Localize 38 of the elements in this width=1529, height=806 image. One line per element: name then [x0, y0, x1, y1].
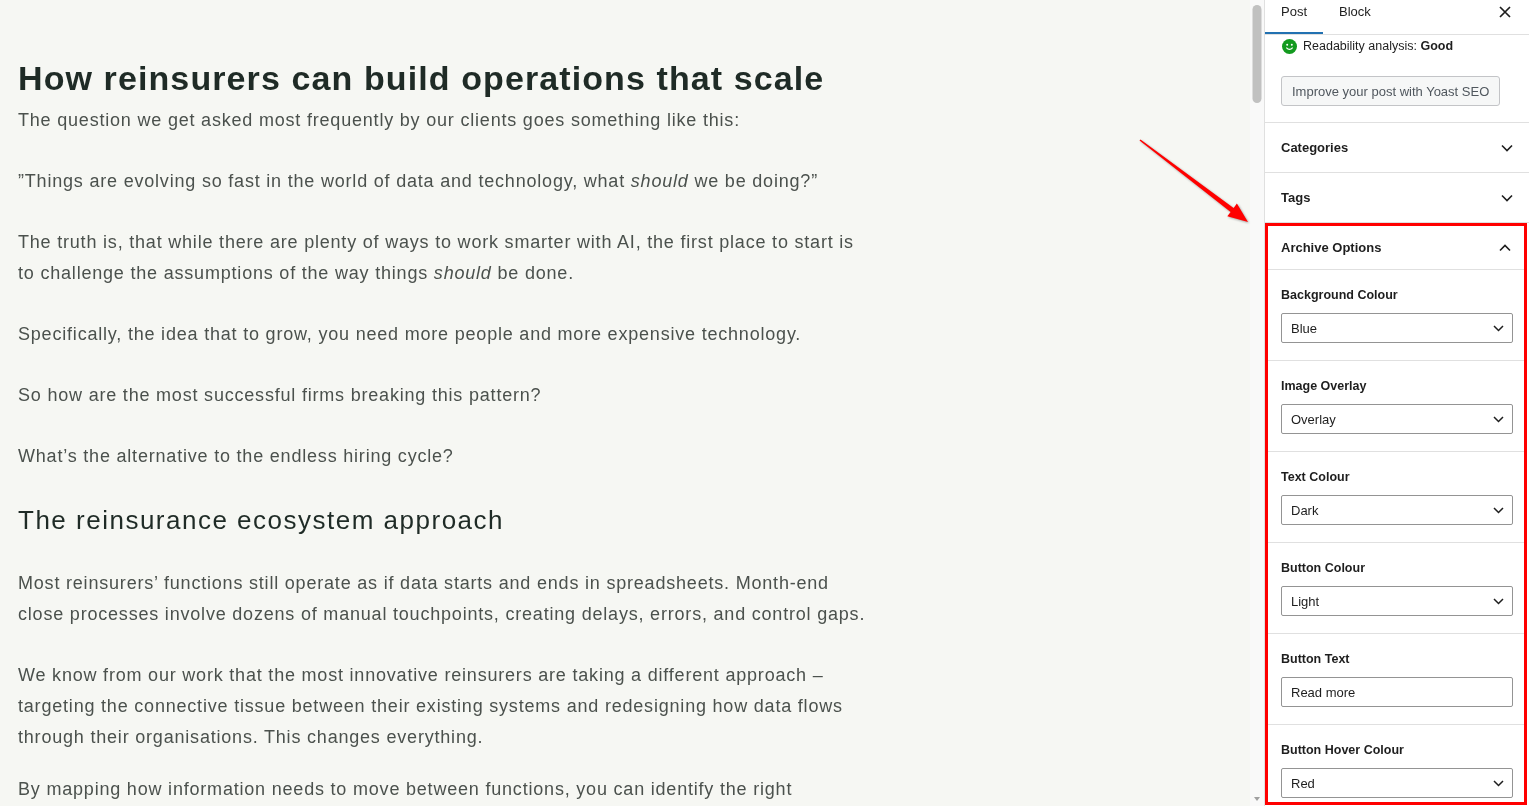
field-label: Button Text — [1281, 651, 1350, 667]
paragraph: The question we get asked most frequently by our clients goes something like this: — [18, 109, 741, 132]
field-label: Button Colour — [1281, 560, 1365, 576]
field-label: Button Hover Colour — [1281, 742, 1404, 758]
field-label: Image Overlay — [1281, 378, 1367, 394]
paragraph: So how are the most successful firms breaking this pattern? — [18, 384, 543, 407]
panel-toggle[interactable]: Archive Options — [1268, 226, 1524, 269]
readability-status: Readability analysis: Good — [1303, 38, 1454, 54]
paragraph: ”Things are evolving so fast in the world of data and technology, what should we be doing?” — [18, 170, 819, 193]
dropdown-field[interactable]: Blue — [1281, 313, 1513, 343]
field-label: Text Colour — [1281, 469, 1350, 485]
chevron-down-icon — [1493, 324, 1504, 332]
paragraph: By mapping how information needs to move between functions, you can identify the right — [18, 778, 794, 801]
panel-toggle[interactable]: Tags — [1265, 173, 1529, 222]
post-title: How reinsurers can build operations that scale — [18, 58, 825, 98]
field-label: Background Colour — [1281, 287, 1398, 303]
dropdown-field[interactable]: Light — [1281, 586, 1513, 616]
chevron-down-icon — [1493, 597, 1504, 605]
section-heading: The reinsurance ecosystem approach — [18, 504, 504, 537]
close-icon — [1499, 6, 1511, 18]
paragraph: Specifically, the idea that to grow, you need more people and more expensive technology. — [18, 323, 803, 346]
chevron-down-icon — [1493, 415, 1504, 423]
dropdown-field[interactable]: Overlay — [1281, 404, 1513, 434]
paragraph: Most reinsurers’ functions still operate as if data starts and ends in spreadsheets. Month-end close processes involve dozens of manual touchpoints, creating delays, errors, and control gaps. — [18, 572, 867, 626]
sidebar-tab[interactable]: Post — [1265, 0, 1323, 34]
yoast-button[interactable]: Improve your post with Yoast SEO — [1281, 76, 1501, 106]
paragraph: We know from our work that the most innovative reinsurers are taking a different approach – targeting the connective tissue between their existing systems and redesigning how data flows through their organisations. This changes everything. — [18, 664, 844, 749]
smiley-icon — [1282, 38, 1297, 54]
dropdown-field[interactable]: Dark — [1281, 495, 1513, 525]
paragraph: The truth is, that while there are plenty of ways to work smarter with AI, the first place to start is to challenge the assumptions of the way things should be done. — [18, 231, 855, 285]
sidebar-tab[interactable]: Block — [1323, 0, 1387, 34]
chevron-down-icon — [1493, 779, 1504, 787]
chevron-down-icon — [1493, 506, 1504, 514]
text-field[interactable]: Read more — [1281, 677, 1513, 707]
panel-toggle[interactable]: Categories — [1265, 123, 1529, 172]
scrollbar[interactable] — [1250, 0, 1264, 806]
dropdown-field[interactable]: Red — [1281, 768, 1513, 798]
paragraph: What’s the alternative to the endless hiring cycle? — [18, 445, 455, 468]
